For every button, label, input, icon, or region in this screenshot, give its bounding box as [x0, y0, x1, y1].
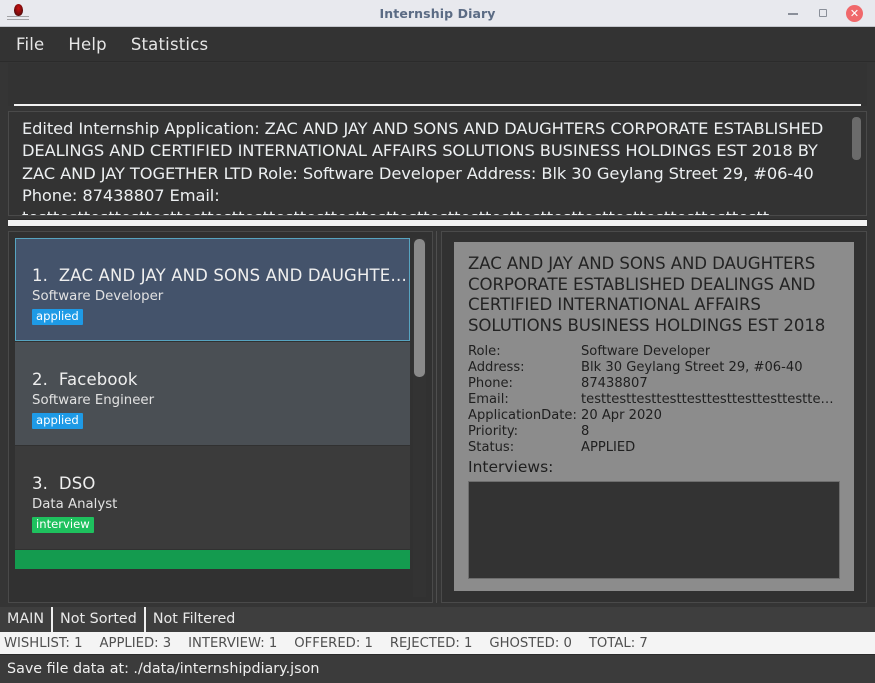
- detail-row-role: Role: Software Developer: [468, 344, 840, 360]
- stat-label: GHOSTED:: [489, 635, 560, 651]
- stat-wishlist: WISHLIST: 1: [4, 636, 99, 651]
- application-list[interactable]: 1. ZAC AND JAY AND SONS AND DAUGHTE… Sof…: [15, 238, 410, 597]
- status-bar: MAIN Not Sorted Not Filtered: [0, 607, 875, 632]
- title-bar: Internship Diary ✕: [0, 0, 875, 27]
- main-body: Edited Internship Application: ZAC AND J…: [0, 62, 875, 607]
- stat-label: WISHLIST:: [4, 635, 70, 651]
- detail-value: testtesttesttesttesttesttesttesttesttest…: [581, 392, 840, 407]
- command-input-row: [8, 63, 867, 106]
- stat-label: REJECTED:: [389, 635, 460, 651]
- list-item-company: ZAC AND JAY AND SONS AND DAUGHTE…: [58, 266, 408, 285]
- detail-value: Software Developer: [581, 344, 711, 359]
- application-list-scroll-thumb[interactable]: [414, 239, 425, 377]
- stat-offered: OFFERED: 1: [294, 636, 390, 651]
- detail-label: Phone:: [468, 376, 513, 391]
- result-message-text: Edited Internship Application: ZAC AND J…: [22, 119, 824, 215]
- vertical-splitter[interactable]: [433, 231, 441, 603]
- stat-value: 1: [464, 635, 473, 651]
- stat-value: 3: [162, 635, 172, 651]
- detail-row-email: Email: testtesttesttesttesttesttesttestt…: [468, 392, 840, 408]
- stat-interview: INTERVIEW: 1: [188, 636, 294, 651]
- detail-value: 20 Apr 2020: [581, 408, 662, 423]
- stat-value: 0: [563, 635, 572, 651]
- status-badge: applied: [32, 413, 83, 429]
- window-title: Internship Diary: [379, 5, 496, 21]
- detail-label: Priority:: [468, 424, 519, 439]
- status-badge: applied: [32, 309, 83, 325]
- detail-row-address: Address: Blk 30 Geylang Street 29, #06-4…: [468, 360, 840, 376]
- horizontal-splitter[interactable]: [8, 219, 867, 227]
- status-sort: Not Sorted: [53, 607, 146, 632]
- stat-applied: APPLIED: 3: [99, 636, 188, 651]
- list-item-index: 1.: [32, 266, 49, 285]
- menu-item-file[interactable]: File: [16, 35, 44, 54]
- list-item-index: 2.: [32, 370, 49, 389]
- detail-label: ApplicationDate:: [468, 408, 577, 423]
- panels-container: 1. ZAC AND JAY AND SONS AND DAUGHTE… Sof…: [8, 231, 867, 603]
- detail-row-status: Status: APPLIED: [468, 440, 840, 456]
- list-item-company: Facebook: [58, 370, 138, 389]
- menu-item-help[interactable]: Help: [68, 35, 106, 54]
- stat-total: TOTAL: 7: [589, 636, 665, 651]
- result-message-scrollbar[interactable]: [851, 115, 862, 212]
- application-window: Internship Diary ✕ File Help Statistics …: [0, 0, 875, 683]
- status-mode: MAIN: [0, 607, 54, 632]
- stats-bar: WISHLIST: 1 APPLIED: 3 INTERVIEW: 1 OFFE…: [0, 632, 875, 654]
- detail-value: Blk 30 Geylang Street 29, #06-40: [581, 360, 803, 375]
- save-path-footer: Save file data at: ./data/internshipdiar…: [0, 654, 875, 683]
- list-item[interactable]: 2. Facebook Software Engineer applied: [15, 342, 410, 445]
- list-item-company: DSO: [58, 474, 96, 493]
- menu-bar: File Help Statistics: [0, 27, 875, 62]
- stat-label: INTERVIEW:: [188, 635, 265, 651]
- stat-label: TOTAL:: [588, 635, 636, 651]
- list-item[interactable]: 1. ZAC AND JAY AND SONS AND DAUGHTE… Sof…: [15, 238, 410, 341]
- app-bug-icon: [5, 2, 31, 24]
- status-filter: Not Filtered: [152, 611, 236, 627]
- detail-value: APPLIED: [581, 440, 636, 455]
- application-list-panel: 1. ZAC AND JAY AND SONS AND DAUGHTE… Sof…: [8, 231, 433, 603]
- detail-label: Status:: [468, 440, 515, 455]
- result-message-box: Edited Internship Application: ZAC AND J…: [8, 111, 867, 216]
- list-item-role: Data Analyst: [32, 497, 118, 512]
- list-item[interactable]: 3. DSO Data Analyst interview: [15, 446, 410, 549]
- list-item-role: Software Engineer: [32, 393, 155, 408]
- list-item-role: Software Developer: [32, 289, 164, 304]
- detail-label: Role:: [468, 344, 501, 359]
- minimize-icon[interactable]: [786, 6, 800, 20]
- stat-ghosted: GHOSTED: 0: [489, 636, 588, 651]
- stat-value: 1: [268, 635, 278, 651]
- detail-value: 8: [581, 424, 590, 439]
- stat-label: APPLIED:: [99, 635, 159, 651]
- stat-rejected: REJECTED: 1: [390, 636, 490, 651]
- detail-fields: Role: Software Developer Address: Blk 30…: [468, 344, 840, 456]
- maximize-icon[interactable]: [816, 6, 830, 20]
- stat-value: 1: [364, 635, 373, 651]
- status-badge: interview: [32, 517, 94, 533]
- stat-label: OFFERED:: [294, 635, 361, 651]
- list-item-title: 2. Facebook: [32, 370, 410, 390]
- detail-row-application-date: ApplicationDate: 20 Apr 2020: [468, 408, 840, 424]
- result-message-scroll-thumb[interactable]: [852, 117, 861, 160]
- detail-row-phone: Phone: 87438807: [468, 376, 840, 392]
- detail-value: 87438807: [581, 376, 648, 391]
- detail-card: ZAC AND JAY AND SONS AND DAUGHTERS CORPO…: [454, 242, 854, 591]
- window-controls: ✕: [786, 4, 875, 22]
- list-item-title: 1. ZAC AND JAY AND SONS AND DAUGHTE…: [32, 266, 409, 286]
- application-list-scrollbar[interactable]: [413, 238, 426, 597]
- list-item-index: 3.: [32, 474, 49, 493]
- detail-title: ZAC AND JAY AND SONS AND DAUGHTERS CORPO…: [468, 254, 826, 338]
- list-item-title: 3. DSO: [32, 474, 410, 494]
- interviews-list[interactable]: [468, 481, 840, 579]
- stat-value: 7: [639, 635, 648, 651]
- command-input[interactable]: [14, 70, 861, 106]
- close-icon[interactable]: ✕: [846, 4, 863, 22]
- interviews-label: Interviews:: [468, 458, 554, 476]
- detail-label: Address:: [468, 360, 525, 375]
- menu-item-statistics[interactable]: Statistics: [131, 35, 208, 54]
- detail-row-priority: Priority: 8: [468, 424, 840, 440]
- application-detail-panel: ZAC AND JAY AND SONS AND DAUGHTERS CORPO…: [441, 231, 867, 603]
- list-item-partial[interactable]: [15, 550, 410, 569]
- stat-value: 1: [74, 635, 83, 651]
- detail-label: Email:: [468, 392, 509, 407]
